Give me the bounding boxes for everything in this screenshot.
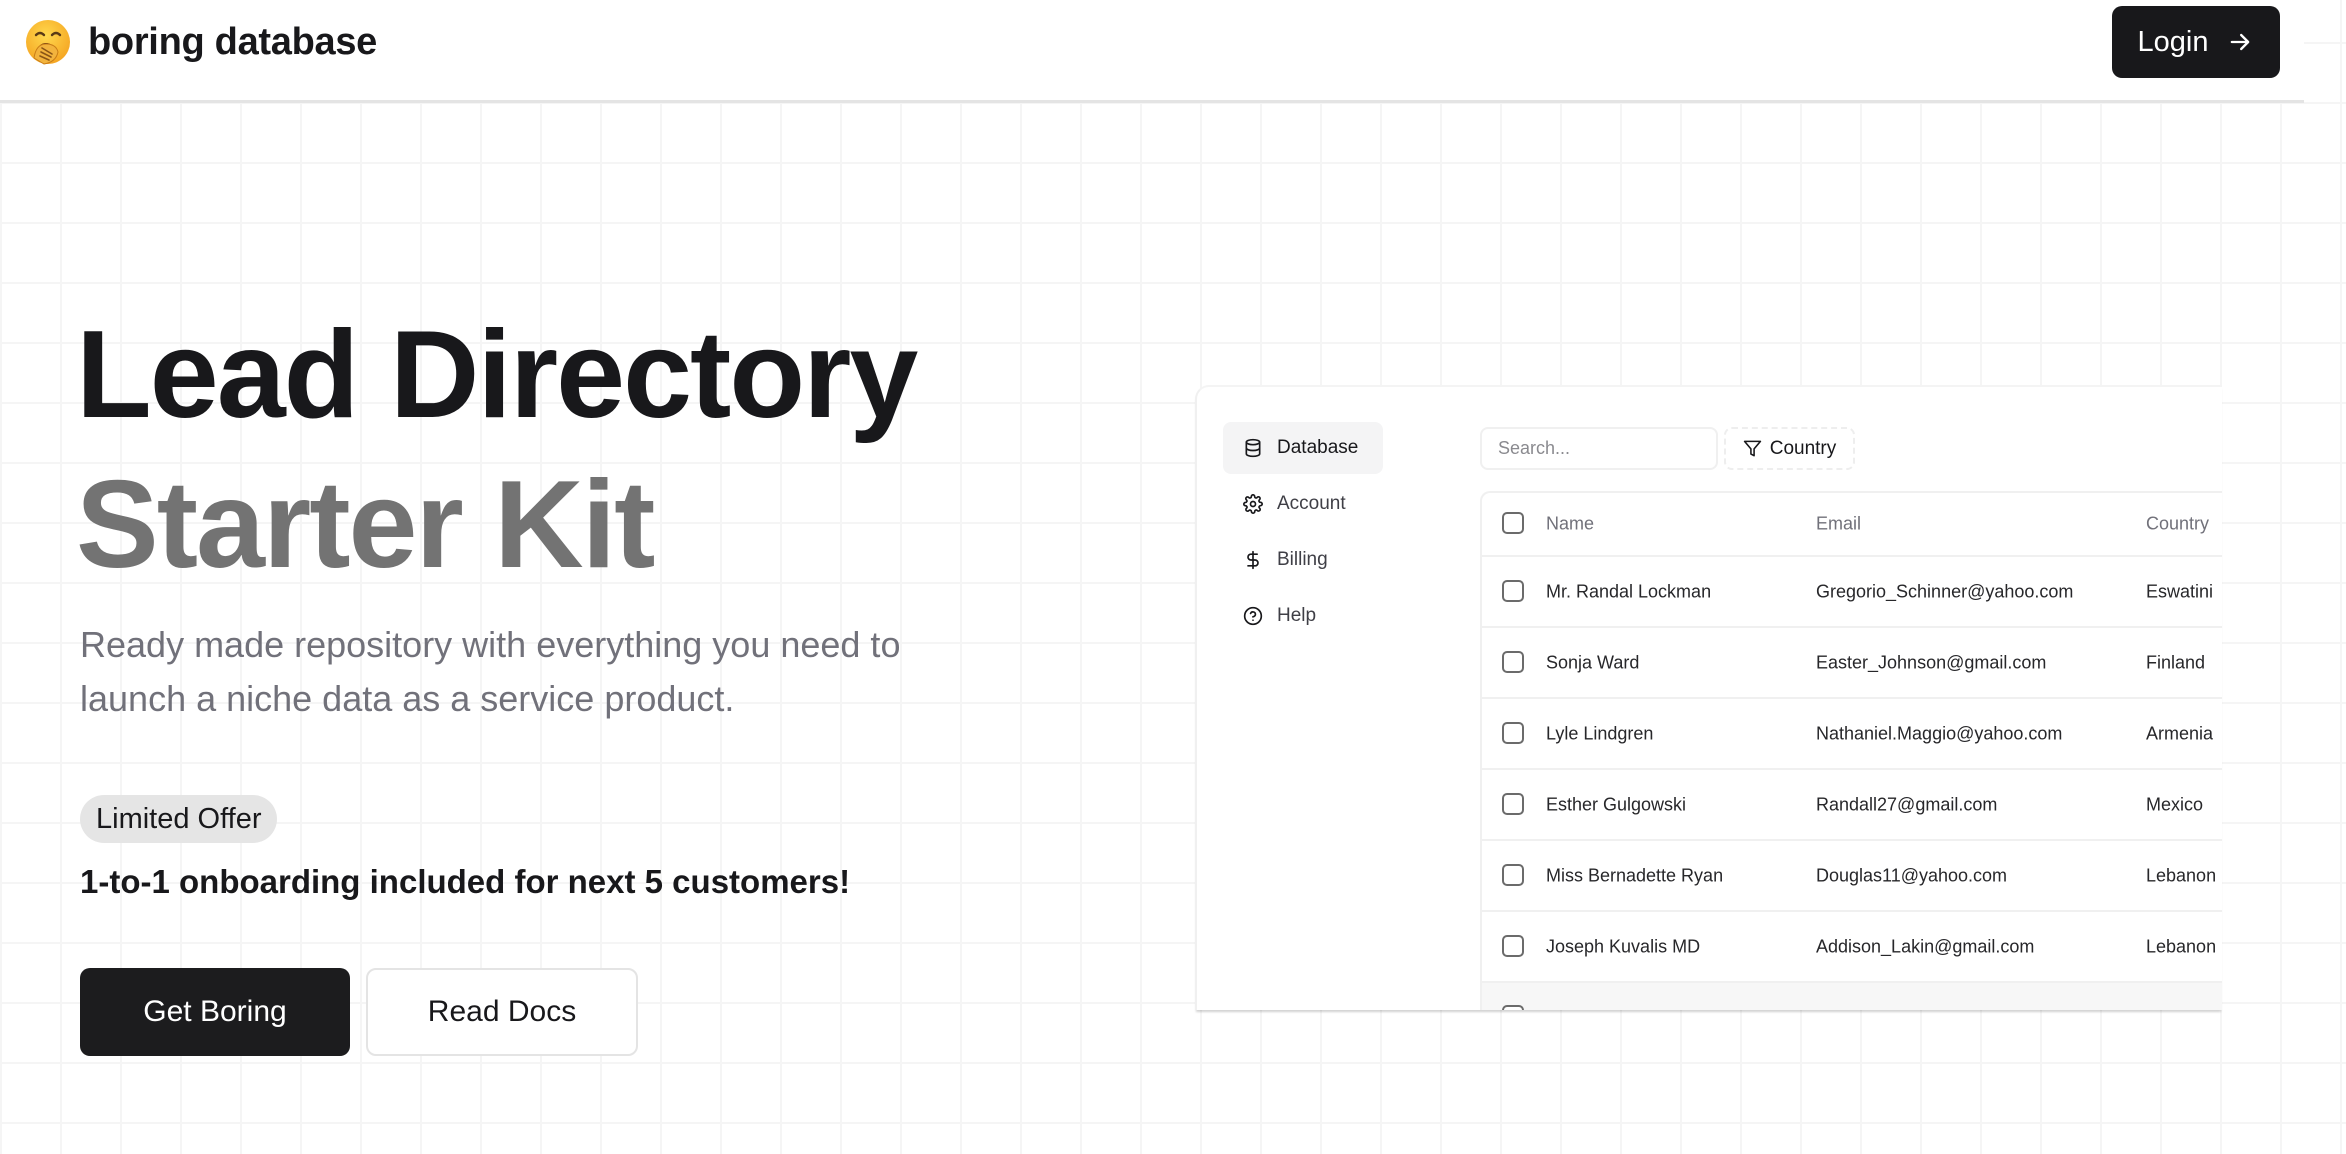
filter-icon	[1743, 440, 1761, 457]
cell-country: Eswatini	[2146, 581, 2214, 601]
read-docs-button[interactable]: Read Docs	[366, 968, 638, 1056]
row-checkbox[interactable]	[1502, 792, 1524, 815]
cell-name: Lyle Lindgren	[1546, 723, 1654, 743]
filter-label: Country	[1769, 437, 1837, 459]
table-row[interactable]: Lyle Lindgren Nathaniel.Maggio@yahoo.com…	[1482, 699, 2222, 770]
sidebar-item-billing[interactable]: Billing	[1223, 534, 1383, 586]
login-label: Login	[2137, 25, 2209, 58]
hero-title: Lead Directory	[76, 306, 918, 444]
cell-name: Mr. Randal Lockman	[1546, 581, 1712, 601]
cell-country: Lebanon	[2146, 936, 2217, 956]
top-nav: boring database Login	[0, 0, 2304, 103]
column-header-name[interactable]: Name	[1546, 514, 1594, 535]
row-checkbox[interactable]	[1502, 863, 1524, 886]
row-checkbox[interactable]	[1502, 1005, 1524, 1010]
table-row[interactable]: Sonja Ward Easter_Johnson@gmail.com Finl…	[1482, 628, 2222, 699]
cell-email: Addison_Lakin@gmail.com	[1816, 936, 2035, 956]
table-row[interactable]: Miss Bernadette Ryan Douglas11@yahoo.com…	[1482, 841, 2222, 912]
cell-email: Easter_Johnson@gmail.com	[1816, 652, 2047, 672]
row-checkbox[interactable]	[1502, 650, 1524, 673]
select-all-checkbox[interactable]	[1502, 512, 1524, 534]
leads-table: Name Email Country Mr. Randal Lockman Gr…	[1480, 491, 2222, 1010]
cell-country: Lebanon	[2146, 865, 2217, 885]
sidebar-item-account[interactable]: Account	[1223, 478, 1383, 530]
cell-email: Douglas11@yahoo.com	[1816, 865, 2008, 885]
arrow-right-icon	[2231, 33, 2250, 51]
table-row[interactable]: Mr. Randal Lockman Gregorio_Schinner@yah…	[1482, 557, 2222, 628]
sidebar-item-label: Account	[1277, 493, 1346, 514]
sidebar-item-label: Help	[1277, 605, 1317, 626]
column-header-email[interactable]: Email	[1816, 514, 1861, 535]
cell-email: Gregorio_Schinner@yahoo.com	[1816, 581, 2074, 601]
cell-email: Nathaniel.Maggio@yahoo.com	[1816, 723, 2063, 743]
table-row-partial[interactable]	[1482, 983, 2222, 1010]
table-header-row: Name Email Country	[1482, 493, 2222, 557]
sidebar-item-label: Billing	[1277, 549, 1328, 570]
offer-text: 1-to-1 onboarding included for next 5 cu…	[80, 863, 851, 900]
sidebar-item-label: Database	[1277, 437, 1359, 458]
yawning-face-icon	[26, 20, 70, 65]
cell-country: Armenia	[2146, 723, 2214, 743]
column-header-country[interactable]: Country	[2146, 514, 2209, 535]
cell-name: Miss Bernadette Ryan	[1546, 865, 1724, 885]
row-checkbox[interactable]	[1502, 721, 1524, 744]
preview-sidebar: Database Account Billing Help	[1223, 422, 1383, 646]
cell-name: Sonja Ward	[1546, 652, 1640, 672]
get-boring-button[interactable]: Get Boring	[80, 968, 350, 1056]
login-button[interactable]: Login	[2112, 6, 2280, 78]
hero-subtitle: Ready made repository with everything yo…	[80, 624, 901, 719]
database-icon	[1245, 438, 1261, 458]
gear-icon	[1243, 494, 1263, 514]
cell-name: Joseph Kuvalis MD	[1546, 936, 1701, 956]
brand-name[interactable]: boring database	[88, 18, 377, 66]
app-preview: Database Account Billing Help Search... …	[1195, 385, 2222, 1010]
hero-title-secondary: Starter Kit	[76, 456, 655, 594]
sidebar-item-database[interactable]: Database	[1223, 422, 1383, 474]
help-circle-icon	[1243, 606, 1263, 626]
country-filter-button[interactable]: Country	[1724, 427, 1855, 470]
table-row[interactable]: Esther Gulgowski Randall27@gmail.com Mex…	[1482, 770, 2222, 841]
cell-name: Esther Gulgowski	[1546, 794, 1687, 814]
table-row[interactable]: Joseph Kuvalis MD Addison_Lakin@gmail.co…	[1482, 912, 2222, 983]
cell-email: Randall27@gmail.com	[1816, 794, 1998, 814]
row-checkbox[interactable]	[1502, 934, 1524, 957]
row-checkbox[interactable]	[1502, 579, 1524, 602]
limited-offer-badge: Limited Offer	[80, 795, 278, 843]
dollar-icon	[1247, 550, 1259, 570]
search-input[interactable]	[1480, 427, 1718, 470]
cell-country: Mexico	[2146, 794, 2204, 814]
sidebar-item-help[interactable]: Help	[1223, 590, 1383, 642]
cell-country: Finland	[2146, 652, 2206, 672]
